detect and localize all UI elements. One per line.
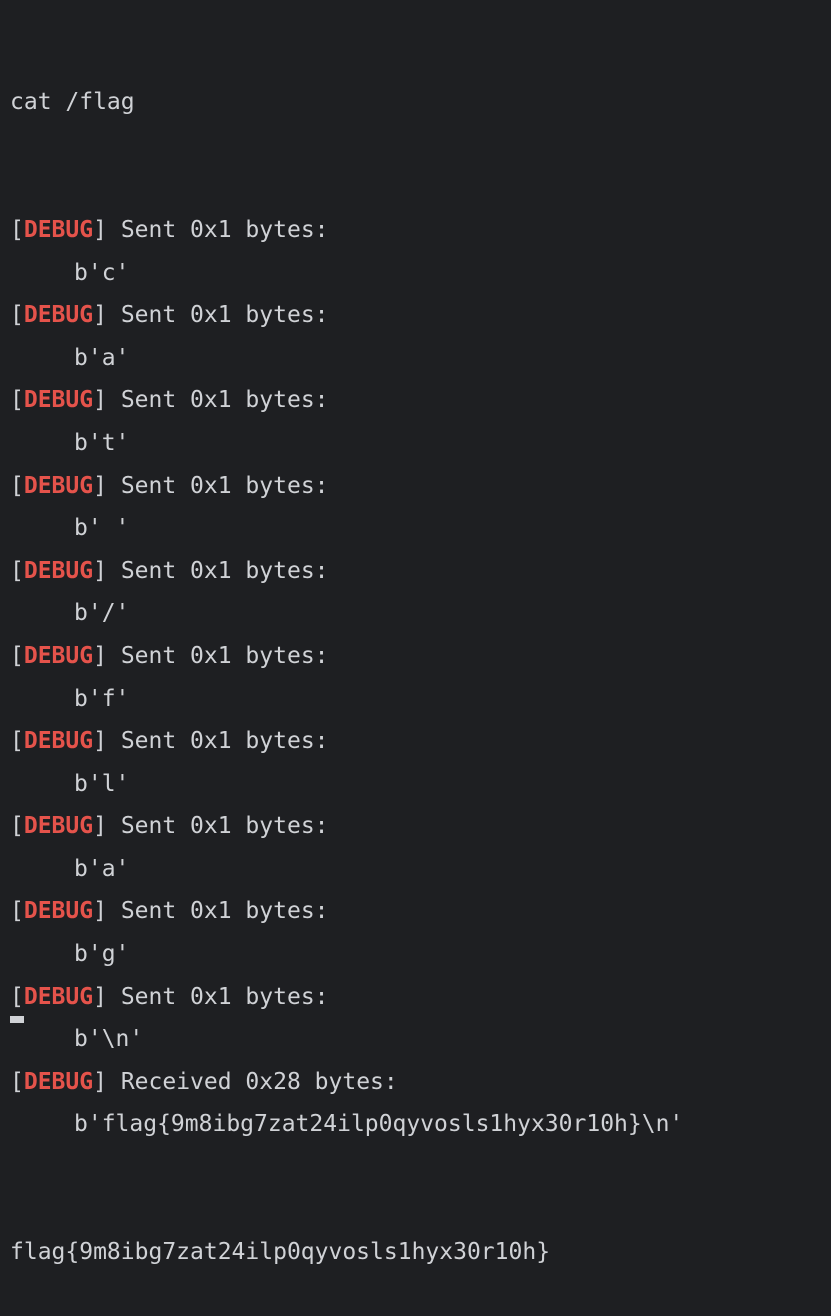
debug-tag: DEBUG (23, 1068, 94, 1095)
debug-payload: b'g' (74, 941, 130, 968)
debug-message: Received 0x28 bytes: (120, 1068, 398, 1095)
tag-bracket-open: [ (10, 216, 24, 243)
debug-payload: b'l' (74, 770, 130, 797)
tag-bracket-open: [ (10, 1068, 24, 1095)
debug-message: Sent 0x1 bytes: (120, 642, 329, 669)
tag-bracket-close: ] (93, 387, 121, 414)
command-line: cat /flag (10, 89, 135, 116)
debug-message: Sent 0x1 bytes: (120, 216, 329, 243)
debug-log-line: [DEBUG] Sent 0x1 bytes: (10, 379, 831, 422)
debug-tag: DEBUG (23, 728, 94, 755)
debug-message: Sent 0x1 bytes: (120, 472, 329, 499)
debug-message: Sent 0x1 bytes: (120, 302, 329, 329)
debug-tag: DEBUG (23, 983, 94, 1010)
debug-log-line: [DEBUG] Sent 0x1 bytes: (10, 550, 831, 593)
debug-log-line: [DEBUG] Received 0x28 bytes: (10, 1061, 831, 1104)
debug-payload: b' ' (74, 515, 130, 542)
debug-tag: DEBUG (23, 642, 94, 669)
debug-tag: DEBUG (23, 557, 94, 584)
debug-payload: b'a' (74, 855, 130, 882)
tag-bracket-open: [ (10, 302, 24, 329)
flag-output: flag{9m8ibg7zat24ilp0qyvosls1hyx30r10h} (10, 1239, 551, 1266)
debug-log-line: [DEBUG] Sent 0x1 bytes: (10, 209, 831, 252)
debug-message: Sent 0x1 bytes: (120, 983, 329, 1010)
tag-bracket-open: [ (10, 557, 24, 584)
debug-message: Sent 0x1 bytes: (120, 898, 329, 925)
tag-bracket-close: ] (93, 983, 121, 1010)
tag-bracket-open: [ (10, 387, 24, 414)
debug-log-line: [DEBUG] Sent 0x1 bytes: (10, 465, 831, 508)
debug-tag: DEBUG (23, 813, 94, 840)
debug-tag: DEBUG (23, 898, 94, 925)
debug-log-line: [DEBUG] Sent 0x1 bytes: (10, 976, 831, 1019)
debug-tag: DEBUG (23, 472, 94, 499)
debug-payload: b'c' (74, 259, 130, 286)
tag-bracket-close: ] (93, 472, 121, 499)
debug-payload: b'flag{9m8ibg7zat24ilp0qyvosls1hyx30r10h… (74, 1111, 684, 1138)
tag-bracket-close: ] (93, 557, 121, 584)
tag-bracket-close: ] (93, 216, 121, 243)
debug-tag: DEBUG (23, 216, 94, 243)
tag-bracket-open: [ (10, 642, 24, 669)
tag-bracket-close: ] (93, 813, 121, 840)
tag-bracket-close: ] (93, 642, 121, 669)
debug-log-line: [DEBUG] Sent 0x1 bytes: (10, 805, 831, 848)
tag-bracket-close: ] (93, 1068, 121, 1095)
tag-bracket-open: [ (10, 813, 24, 840)
tag-bracket-close: ] (93, 898, 121, 925)
debug-log-line: [DEBUG] Sent 0x1 bytes: (10, 635, 831, 678)
tag-bracket-open: [ (10, 983, 24, 1010)
terminal-cursor (10, 1016, 24, 1023)
debug-message: Sent 0x1 bytes: (120, 387, 329, 414)
debug-tag: DEBUG (23, 387, 94, 414)
debug-message: Sent 0x1 bytes: (120, 557, 329, 584)
terminal-output[interactable]: cat /flag [DEBUG] Sent 0x1 bytes: b'c' [DE… (0, 0, 831, 1265)
debug-payload: b'\n' (74, 1026, 144, 1053)
tag-bracket-close: ] (93, 302, 121, 329)
debug-message: Sent 0x1 bytes: (120, 813, 329, 840)
debug-log-line: [DEBUG] Sent 0x1 bytes: (10, 720, 831, 763)
tag-bracket-close: ] (93, 728, 121, 755)
debug-log-line: [DEBUG] Sent 0x1 bytes: (10, 294, 831, 337)
debug-log-line: [DEBUG] Sent 0x1 bytes: (10, 890, 831, 933)
debug-payload: b'f' (74, 685, 130, 712)
tag-bracket-open: [ (10, 728, 24, 755)
debug-payload: b'a' (74, 344, 130, 371)
tag-bracket-open: [ (10, 898, 24, 925)
debug-tag: DEBUG (23, 302, 94, 329)
debug-payload: b't' (74, 429, 130, 456)
log-entries: [DEBUG] Sent 0x1 bytes: b'c' [DEBUG] Sent … (10, 209, 831, 1146)
debug-message: Sent 0x1 bytes: (120, 728, 329, 755)
debug-payload: b'/' (74, 600, 130, 627)
tag-bracket-open: [ (10, 472, 24, 499)
